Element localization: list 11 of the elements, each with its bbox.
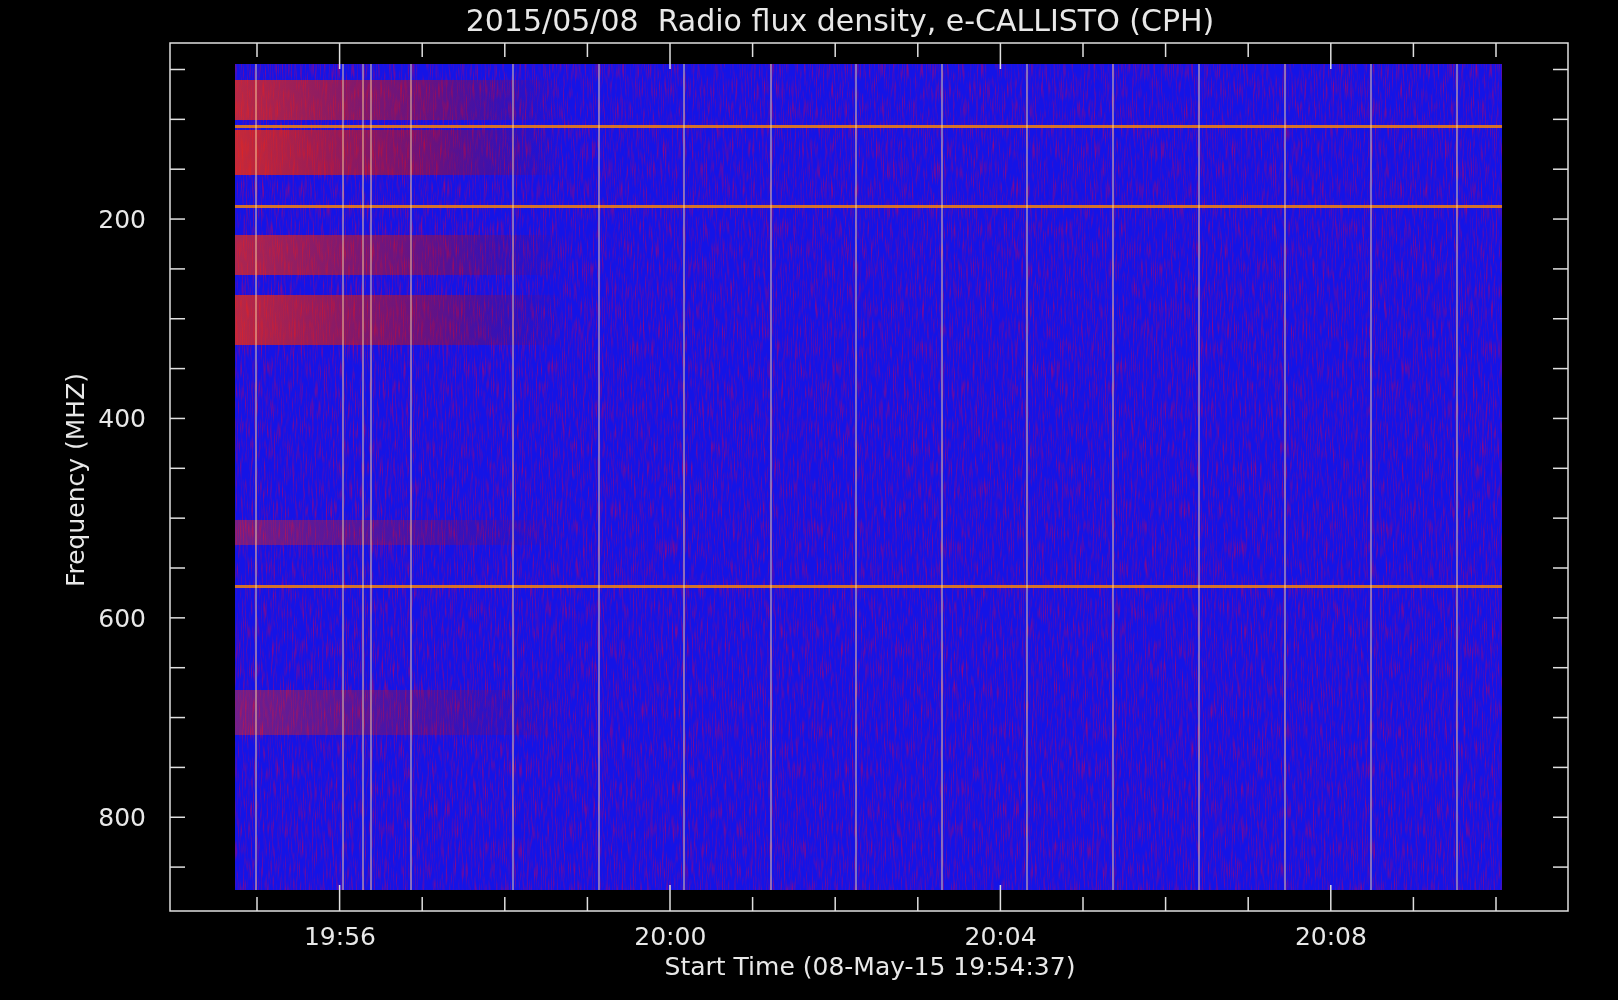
tick-label: 800	[98, 803, 146, 833]
tick-label: 400	[98, 404, 146, 434]
chart-title: 2015/05/08 Radio flux density, e-CALLISTO (CPH)	[465, 3, 1215, 38]
tick-label: 600	[98, 603, 146, 633]
tick-label: 19:56	[304, 922, 376, 951]
tick-label: 20:04	[964, 922, 1037, 951]
axis-title: Frequency (MHZ)	[61, 372, 90, 588]
tick-label: 20:00	[634, 922, 707, 951]
tick-label: 200	[98, 205, 146, 234]
tick-label: 20:08	[1294, 922, 1367, 951]
axis-title: Start Time (08-May-15 19:54:37)	[664, 952, 1076, 981]
